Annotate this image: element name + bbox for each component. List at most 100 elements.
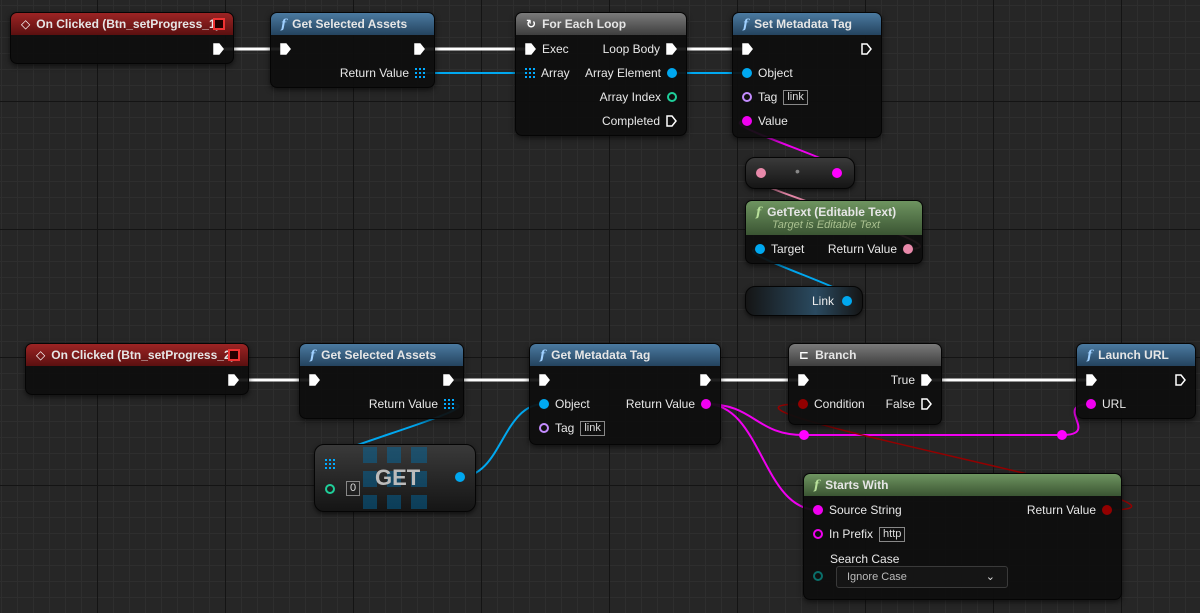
link-output-pin[interactable] [842,296,852,306]
return-value-pin-row[interactable]: Return Value [369,395,454,413]
exec-pin-icon[interactable] [666,43,677,55]
get-selected-assets-node[interactable]: f Get Selected Assets Return Value [299,343,464,419]
object-pin-icon[interactable] [667,68,677,78]
conversion-input-pin[interactable] [756,168,766,178]
exec-out-pin-row[interactable] [414,40,425,58]
exec-in-pin-row[interactable] [539,371,550,389]
array-element-pin-row[interactable]: Array Element [585,64,677,82]
name-pin-icon[interactable] [539,423,549,433]
exec-in-pin-row[interactable] [280,40,291,58]
exec-out-pin-row[interactable] [228,371,239,389]
tag-pin-row[interactable]: Tag link [742,88,808,106]
get-output-pin[interactable] [455,472,465,482]
exec-pin-icon[interactable] [921,398,932,410]
pin-default-field[interactable]: http [879,526,906,542]
false-pin-row[interactable]: False [886,395,932,413]
object-pin-icon[interactable] [755,244,765,254]
for-each-loop-node[interactable]: ↻ For Each Loop Exec Array Loop Body Array El… [515,12,687,136]
exec-pin-icon[interactable] [921,374,932,386]
reroute-knot[interactable] [799,430,809,440]
string-pin-icon[interactable] [701,399,711,409]
exec-pin-icon[interactable] [742,43,753,55]
exec-pin-icon[interactable] [443,374,454,386]
on-clicked-btn-setprogress-1-node[interactable]: ◇ On Clicked (Btn_setProgress_1) [10,12,234,64]
exec-pin-icon[interactable] [861,43,872,55]
get-selected-assets-node[interactable]: f Get Selected Assets Return Value [270,12,435,88]
loop-body-pin-row[interactable]: Loop Body [603,40,677,58]
in-prefix-pin-row[interactable]: In Prefix http [813,525,906,543]
conversion-output-pin[interactable] [832,168,842,178]
exec-out-pin-row[interactable] [213,40,224,58]
string-pin-icon[interactable] [742,116,752,126]
object-pin-row[interactable]: Object [742,64,793,82]
starts-with-node[interactable]: f Starts With Source String In Prefix http Re… [803,473,1122,600]
exec-pin-icon[interactable] [228,374,239,386]
link-variable-node[interactable]: Link [745,286,863,316]
string-pin-icon[interactable] [1086,399,1096,409]
completed-pin-row[interactable]: Completed [602,112,677,130]
exec-in-pin-row[interactable] [798,371,809,389]
get-index-field[interactable]: 0 [346,481,361,496]
branch-node[interactable]: ⊏ Branch Condition True False [788,343,942,425]
exec-pin-icon[interactable] [1086,374,1097,386]
exec-in-pin-row[interactable] [309,371,320,389]
exec-pin-row[interactable]: Exec [525,40,569,58]
exec-in-pin-row[interactable] [1086,371,1097,389]
int-pin-icon[interactable] [667,92,677,102]
on-clicked-btn-setprogress-2-node[interactable]: ◇ On Clicked (Btn_setProgress_2) [25,343,249,395]
string-conversion-node[interactable]: • [745,157,855,189]
name-pin-icon[interactable] [742,92,752,102]
launch-url-node[interactable]: f Launch URL URL [1076,343,1196,419]
return-value-pin-row[interactable]: Return Value [340,64,425,82]
array-pin-row[interactable]: Array [525,64,570,82]
exec-pin-icon[interactable] [213,43,224,55]
exec-out-pin-row[interactable] [443,371,454,389]
target-pin-row[interactable]: Target [755,240,804,258]
exec-pin-icon[interactable] [309,374,320,386]
bool-pin-icon[interactable] [1102,505,1112,515]
set-metadata-tag-node[interactable]: f Set Metadata Tag Object Tag link Value [732,12,882,138]
search-case-pin[interactable] [813,571,823,581]
return-value-pin-row[interactable]: Return Value [828,240,913,258]
array-pin-icon[interactable] [444,399,454,409]
return-value-pin-row[interactable]: Return Value [626,395,711,413]
pin-default-field[interactable]: link [580,420,605,436]
url-pin-row[interactable]: URL [1086,395,1126,413]
exec-pin-icon[interactable] [700,374,711,386]
tag-pin-row[interactable]: Tag link [539,419,605,437]
get-array-pin[interactable] [325,459,335,469]
exec-pin-icon[interactable] [666,115,677,127]
object-pin-icon[interactable] [539,399,549,409]
get-index-pin[interactable] [325,484,335,494]
array-pin-icon[interactable] [525,68,535,78]
exec-pin-icon[interactable] [280,43,291,55]
value-pin-row[interactable]: Value [742,112,788,130]
return-value-pin-row[interactable]: Return Value [1027,501,1112,519]
gettext-editable-text-node[interactable]: f GetText (Editable Text) Target is Editab… [745,200,923,264]
text-pin-icon[interactable] [903,244,913,254]
object-pin-icon[interactable] [742,68,752,78]
exec-pin-icon[interactable] [1175,374,1186,386]
exec-out-pin-row[interactable] [700,371,711,389]
array-index-pin-row[interactable]: Array Index [600,88,677,106]
exec-pin-icon[interactable] [414,43,425,55]
reroute-knot[interactable] [1057,430,1067,440]
exec-pin-icon[interactable] [525,43,536,55]
pin-default-field[interactable]: link [783,89,808,105]
get-metadata-tag-node[interactable]: f Get Metadata Tag Object Tag link Return Val… [529,343,721,445]
source-string-pin-row[interactable]: Source String [813,501,902,519]
string-pin-icon[interactable] [813,529,823,539]
string-pin-icon[interactable] [813,505,823,515]
true-pin-row[interactable]: True [891,371,932,389]
exec-pin-icon[interactable] [798,374,809,386]
exec-in-pin-row[interactable] [742,40,753,58]
array-get-node[interactable]: GET 0 [314,444,476,512]
search-case-dropdown[interactable]: Ignore Case ⌄ [836,566,1008,588]
array-pin-icon[interactable] [415,68,425,78]
exec-out-pin-row[interactable] [861,40,872,58]
condition-pin-row[interactable]: Condition [798,395,865,413]
exec-out-pin-row[interactable] [1175,371,1186,389]
bool-pin-icon[interactable] [798,399,808,409]
exec-pin-icon[interactable] [539,374,550,386]
object-pin-row[interactable]: Object [539,395,590,413]
